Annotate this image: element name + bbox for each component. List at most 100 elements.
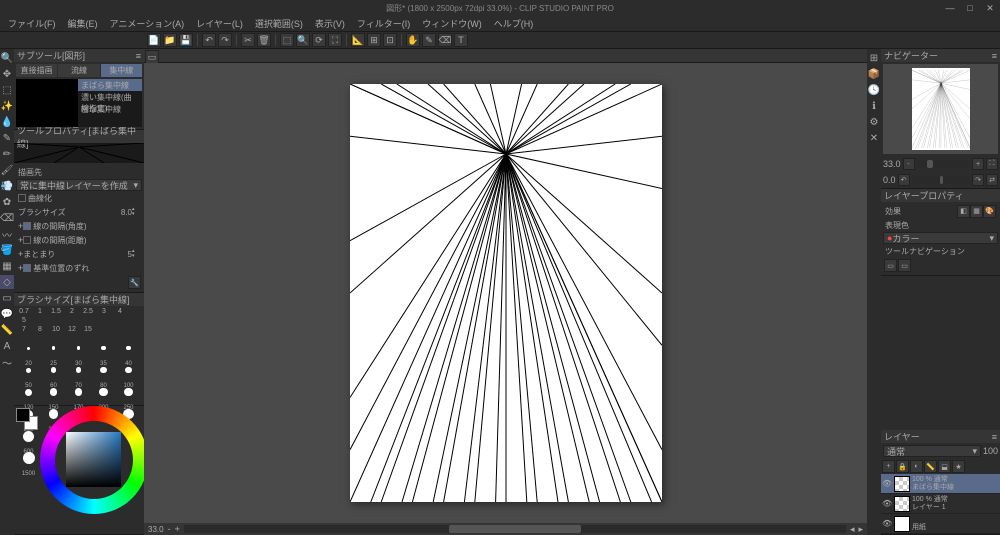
fg-color-swatch[interactable] [16, 408, 30, 422]
layer-visibility-icon[interactable]: 👁 [882, 479, 892, 488]
toolbar-hand-icon[interactable]: ✋ [406, 33, 420, 47]
effect-border-icon[interactable]: ◧ [957, 205, 970, 218]
zoom-out-icon[interactable]: - [168, 524, 171, 534]
brush-size-preset[interactable]: 10 [48, 326, 64, 335]
nav-zoom-slider[interactable] [917, 160, 970, 168]
tool-airbrush-icon[interactable]: 💨 [0, 179, 14, 193]
panel-menu-icon[interactable]: ≡ [992, 51, 997, 61]
subtool-tab-stream[interactable]: 流線 [58, 64, 99, 77]
tool-select-icon[interactable]: ⬚ [0, 83, 14, 97]
toolbar-grid-icon[interactable]: ⊞ [367, 33, 381, 47]
dock-material-icon[interactable]: 📦 [867, 67, 881, 81]
brush-size-preset[interactable]: 1.5 [48, 308, 64, 317]
tool-figure-icon[interactable]: ◇ [0, 275, 14, 289]
tool-text-icon[interactable]: A [0, 339, 14, 353]
subtool-item-dense[interactable]: 密な集中線 [78, 103, 142, 115]
toolbar-eraser-icon[interactable]: ⌫ [438, 33, 452, 47]
nav-angle-value[interactable]: 0.0 [883, 175, 896, 185]
toolbar-redo-icon[interactable]: ↷ [218, 33, 232, 47]
prop-angle-toggle[interactable] [23, 222, 31, 230]
layer-ruler-icon[interactable]: 📏 [924, 460, 937, 473]
brush-size-preset[interactable]: 1 [32, 308, 48, 317]
brush-size-dot[interactable]: 120 [16, 381, 41, 403]
brush-size-dot[interactable]: 25 [41, 337, 66, 359]
nav-zoom-value[interactable]: 33.0 [883, 159, 901, 169]
brush-size-dot[interactable]: 60 [41, 359, 66, 381]
brush-size-preset[interactable]: 4 [112, 308, 128, 317]
tool-gradient-icon[interactable]: ▦ [0, 259, 14, 273]
layerprop-color-dropdown[interactable]: ●カラー▾ [883, 232, 998, 244]
toolbar-new-icon[interactable]: 📄 [147, 33, 161, 47]
brush-size-dot[interactable]: 20 [16, 337, 41, 359]
brush-size-dot[interactable]: 100 [116, 359, 141, 381]
menu-layer[interactable]: レイヤー(L) [192, 17, 247, 30]
menu-file[interactable]: ファイル(F) [4, 17, 60, 30]
layer-clip-icon[interactable]: ⬓ [938, 460, 951, 473]
toolbar-rotate-icon[interactable]: ⟳ [312, 33, 326, 47]
color-swatches[interactable] [16, 408, 38, 430]
tool-fill-icon[interactable]: 🪣 [0, 243, 14, 257]
zoom-readout[interactable]: 33.0 [148, 525, 164, 534]
toolbar-ruler-icon[interactable]: 📐 [351, 33, 365, 47]
toolbar-cut-icon[interactable]: ✂ [241, 33, 255, 47]
color-wheel[interactable] [40, 406, 144, 514]
toolbar-delete-icon[interactable]: 🗑 [257, 33, 271, 47]
toolbar-fit-icon[interactable]: ⛶ [328, 33, 342, 47]
layer-new-icon[interactable]: + [882, 460, 895, 473]
layer-mask-icon[interactable]: ◐ [910, 460, 923, 473]
brush-size-preset[interactable]: 8 [32, 326, 48, 335]
tool-eyedropper-icon[interactable]: 💧 [0, 115, 14, 129]
effect-tone-icon[interactable]: ▦ [970, 205, 983, 218]
prop-offset-toggle[interactable] [23, 264, 31, 272]
menu-filter[interactable]: フィルター(I) [353, 17, 414, 30]
nav-angle-slider[interactable] [912, 176, 970, 184]
brush-size-preset[interactable]: 2.5 [80, 308, 96, 317]
nav-zoom-out-icon[interactable]: - [903, 158, 915, 170]
brush-size-dot[interactable]: 1500 [16, 447, 41, 469]
panel-menu-icon[interactable]: ≡ [136, 51, 141, 61]
layer-thumbnail[interactable] [894, 476, 910, 492]
tool-magnify-icon[interactable]: 🔍 [0, 51, 14, 65]
tool-eraser-icon[interactable]: ⌫ [0, 211, 14, 225]
toolbar-zoom-icon[interactable]: 🔍 [296, 33, 310, 47]
menu-window[interactable]: ウィンドウ(W) [418, 17, 486, 30]
toolbar-select-icon[interactable]: ⬚ [280, 33, 294, 47]
scroll-right-icon[interactable]: ▸ [858, 524, 863, 535]
toolnav-item-icon[interactable]: ▭ [898, 259, 911, 272]
tab-document-icon[interactable]: ▭ [145, 50, 159, 64]
layer-thumbnail[interactable] [894, 496, 910, 512]
tool-wand-icon[interactable]: ✨ [0, 99, 14, 113]
nav-zoom-in-icon[interactable]: + [972, 158, 984, 170]
layer-row[interactable]: 👁用紙 [881, 514, 1000, 534]
tool-move-icon[interactable]: ✥ [0, 67, 14, 81]
subtool-tab-focus[interactable]: 集中線 [101, 64, 142, 77]
tool-blend-icon[interactable]: 〰 [0, 227, 14, 241]
close-button[interactable]: ✕ [984, 3, 996, 13]
prop-curve-toggle[interactable] [18, 194, 26, 202]
blend-mode-dropdown[interactable]: 通常▾ [883, 445, 981, 457]
brush-size-dot[interactable]: 80 [91, 359, 116, 381]
layer-ref-icon[interactable]: ★ [952, 460, 965, 473]
tool-brush-icon[interactable]: 🖌 [0, 163, 14, 177]
minimize-button[interactable]: — [944, 3, 956, 13]
canvas-viewport[interactable] [144, 63, 867, 523]
brush-size-preset[interactable]: 2 [64, 308, 80, 317]
canvas-page[interactable] [350, 84, 662, 502]
zoom-in-icon[interactable]: + [175, 524, 180, 534]
layer-visibility-icon[interactable]: 👁 [882, 499, 892, 508]
tool-decoration-icon[interactable]: ✿ [0, 195, 14, 209]
nav-rotate-left-icon[interactable]: ↶ [898, 174, 910, 186]
brush-size-preset[interactable]: 15 [80, 326, 96, 335]
layer-lock-icon[interactable]: 🔒 [896, 460, 909, 473]
tool-correct-icon[interactable]: 〜 [0, 355, 14, 369]
subtool-item-dense-curve[interactable]: 濃い集中線(曲線指定) [78, 91, 142, 103]
dock-history-icon[interactable]: 🕓 [867, 83, 881, 97]
brush-size-preset[interactable]: 3 [96, 308, 112, 317]
menu-selection[interactable]: 選択範囲(S) [251, 17, 307, 30]
toolnav-item-icon[interactable]: ▭ [884, 259, 897, 272]
tool-balloon-icon[interactable]: 💬 [0, 307, 14, 321]
navigator-preview[interactable] [883, 64, 998, 154]
toolbar-save-icon[interactable]: 💾 [179, 33, 193, 47]
tool-pen-icon[interactable]: ✎ [0, 131, 14, 145]
menu-help[interactable]: ヘルプ(H) [490, 17, 538, 30]
